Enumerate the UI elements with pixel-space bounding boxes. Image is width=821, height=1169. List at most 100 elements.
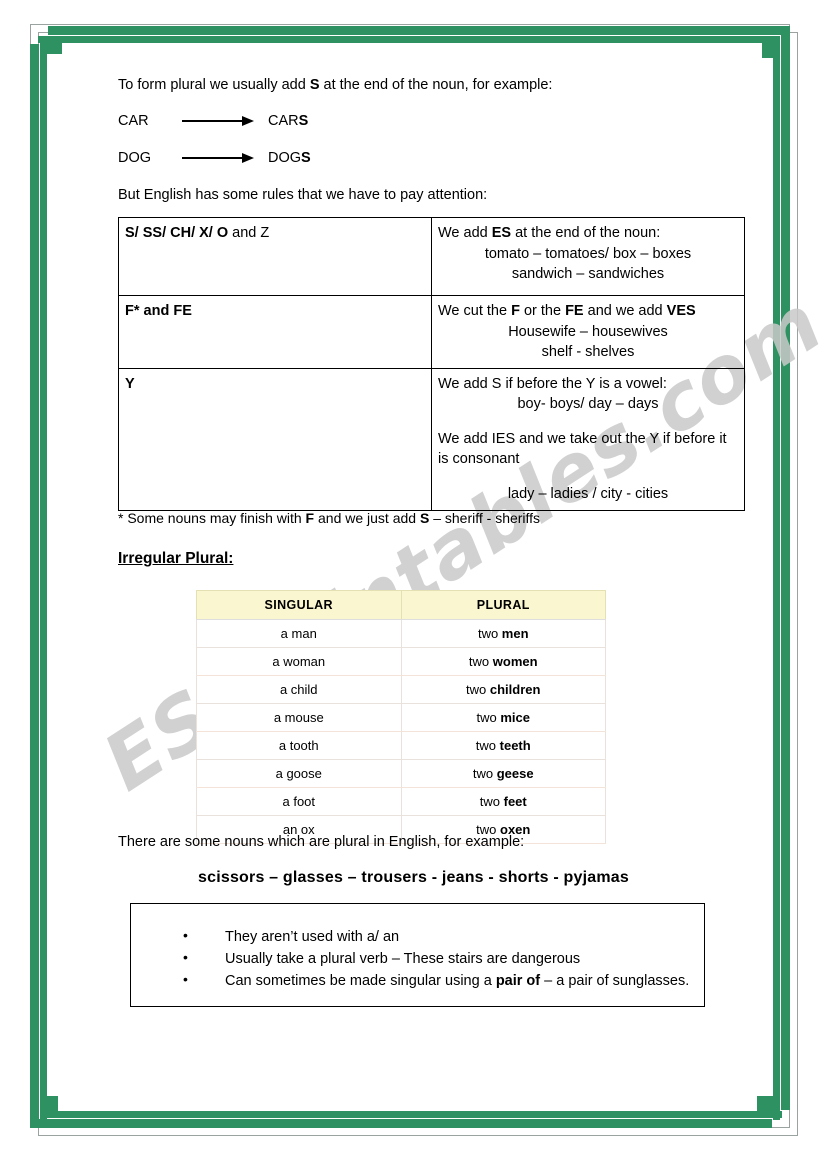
footnote-bold-f: F <box>305 510 315 526</box>
cell-singular: a mouse <box>196 703 402 732</box>
plural-only-nouns: scissors – glasses – trousers - jeans - … <box>198 869 629 886</box>
rule-intro-bold-fe: FE <box>565 303 584 319</box>
rule-intro-c-2: or the <box>519 303 566 319</box>
rule-intro-a-1: We add <box>438 225 492 241</box>
rule-description-cell-3: We add S if before the Y is a vowel: boy… <box>431 367 745 511</box>
arrow-right-icon <box>182 152 260 164</box>
rule-intro-a-2: We cut the <box>438 303 512 319</box>
list-item: Usually take a plural verb – These stair… <box>183 947 704 970</box>
cell-plural: two feet <box>400 787 606 816</box>
cell-plural: two teeth <box>400 731 606 760</box>
plural-rules-table: S/ SS/ CH/ X/ O and Z We add ES at the e… <box>118 217 745 511</box>
table-row: a goose two geese <box>196 759 606 788</box>
plural-only-lead: There are some nouns which are plural in… <box>118 834 525 850</box>
plural-word: feet <box>503 794 527 809</box>
cell-plural: two women <box>400 647 606 676</box>
rule-trigger-cell-3: Y <box>118 367 432 511</box>
rule-line-3b: We add IES and we take out the Y if befo… <box>438 430 727 468</box>
example-plural-car: CARS <box>268 113 308 129</box>
cell-singular: a tooth <box>196 731 402 760</box>
rule-trigger-cell-1: S/ SS/ CH/ X/ O and Z <box>118 217 432 296</box>
irregular-plural-table: SINGULAR PLURAL a man two men a woman tw… <box>196 590 606 844</box>
rule-description-cell-1: We add ES at the end of the noun: tomato… <box>431 217 745 296</box>
note-bold-pair-of: pair of <box>495 973 541 990</box>
example-row-car: CAR CARS <box>118 113 308 129</box>
footnote-text-b: and we just add <box>314 510 420 526</box>
plural-word: teeth <box>499 738 531 753</box>
example-plural-stem-car: CAR <box>268 113 299 129</box>
example-plural-suffix-dog: S <box>301 150 311 166</box>
rule-example-2b: shelf - shelves <box>541 344 635 361</box>
intro-text-after: at the end of the noun, for example: <box>319 77 553 93</box>
rule-intro-e-2: and we add <box>583 303 667 319</box>
cell-plural: two geese <box>400 759 606 788</box>
rule-trigger-cell-2: F* and FE <box>118 295 432 369</box>
cell-plural: two children <box>400 675 606 704</box>
example-singular-dog: DOG <box>118 150 152 166</box>
plural-prefix: two <box>472 766 497 781</box>
rule-intro-bold-ves: VES <box>666 303 696 319</box>
cell-singular: a woman <box>196 647 402 676</box>
intro-bold-s: S <box>309 77 320 93</box>
table-row: a child two children <box>196 675 606 704</box>
plural-word: women <box>492 654 538 669</box>
plural-prefix: two <box>466 682 490 697</box>
rule-trigger-rest-1: and Z <box>228 225 270 241</box>
rule-description-2: We cut the F or the FE and we add VES <box>438 301 738 322</box>
column-header-singular: SINGULAR <box>196 590 402 620</box>
rule-example-2a: Housewife – housewives <box>508 323 668 340</box>
rule-intro-bold-1: ES <box>491 225 512 241</box>
table-row: a tooth two teeth <box>196 731 606 760</box>
footnote-bold-s: S <box>419 510 430 526</box>
rules-lead-paragraph: But English has some rules that we have … <box>118 187 488 203</box>
plural-prefix: two <box>468 654 493 669</box>
list-item: Can sometimes be made singular using a p… <box>183 969 704 992</box>
cell-singular: a foot <box>196 787 402 816</box>
rule-line-3a: We add S if before the Y is a vowel: <box>438 375 667 392</box>
notes-list: They aren’t used with a/ an Usually take… <box>131 904 704 992</box>
cell-singular: a man <box>196 619 402 648</box>
footnote: * Some nouns may finish with F and we ju… <box>118 509 540 528</box>
column-header-plural: PLURAL <box>400 590 606 620</box>
cell-singular: a goose <box>196 759 402 788</box>
cell-plural: two mice <box>400 703 606 732</box>
worksheet-content: To form plural we usually add S at the e… <box>0 0 821 1169</box>
rule-trigger-bold-2: F* and FE <box>125 303 192 319</box>
table-row: a woman two women <box>196 647 606 676</box>
example-plural-suffix-car: S <box>298 113 309 129</box>
rule-trigger-bold-1: S/ SS/ CH/ X/ O <box>125 225 229 241</box>
intro-paragraph: To form plural we usually add S at the e… <box>118 76 552 96</box>
list-item: They aren’t used with a/ an <box>183 925 704 948</box>
table-row: a man two men <box>196 619 606 648</box>
cell-plural: two men <box>400 619 606 648</box>
example-plural-dog: DOGS <box>268 150 311 166</box>
table-row: F* and FE We cut the F or the FE and we … <box>118 295 745 369</box>
plural-prefix: two <box>475 738 500 753</box>
rule-intro-c-1: at the end of the noun: <box>511 225 661 241</box>
rule-trigger-bold-3: Y <box>125 375 135 392</box>
plural-prefix: two <box>476 710 501 725</box>
irregular-plural-table-wrapper: SINGULAR PLURAL a man two men a woman tw… <box>196 590 606 844</box>
example-plural-stem-dog: DOG <box>268 150 302 166</box>
footnote-text-a: Some nouns may finish with <box>123 510 306 526</box>
plural-word: men <box>501 626 529 641</box>
rule-example-3b: lady – ladies / city - cities <box>507 486 669 503</box>
rule-description-cell-2: We cut the F or the FE and we add VES Ho… <box>431 295 745 369</box>
arrow-right-icon <box>182 115 260 127</box>
table-row: a mouse two mice <box>196 703 606 732</box>
plural-prefix: two <box>477 626 502 641</box>
rule-example-3a: boy- boys/ day – days <box>517 396 659 413</box>
rule-description-1: We add ES at the end of the noun: <box>438 223 738 244</box>
cell-singular: a child <box>196 675 402 704</box>
notes-box: They aren’t used with a/ an Usually take… <box>130 903 705 1007</box>
table-row: a foot two feet <box>196 787 606 816</box>
note-text-a: Can sometimes be made singular using a <box>225 973 496 990</box>
table-row: Y We add S if before the Y is a vowel: b… <box>118 367 745 511</box>
section-heading-irregular-plural: Irregular Plural: <box>118 550 234 567</box>
plural-prefix: two <box>479 794 504 809</box>
footnote-text-c: – sheriff - sheriffs <box>429 510 541 526</box>
note-text-b: – a pair of sunglasses. <box>540 973 690 990</box>
rule-example-1a: tomato – tomatoes/ box – boxes <box>484 245 692 262</box>
plural-word: children <box>489 682 541 697</box>
intro-text-before: To form plural we usually add <box>118 77 310 93</box>
